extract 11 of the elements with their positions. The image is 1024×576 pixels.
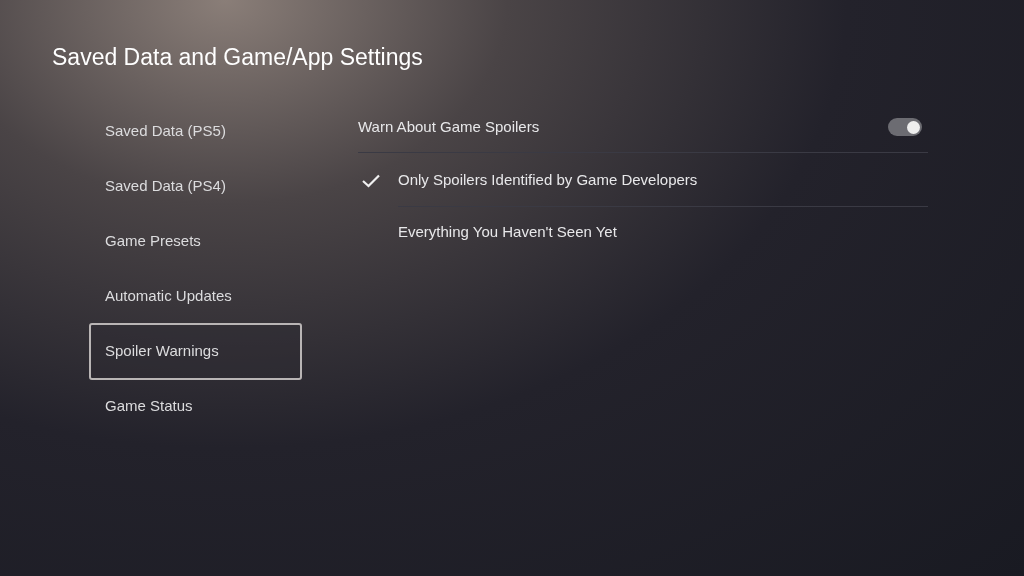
setting-label: Warn About Game Spoilers <box>358 116 541 137</box>
option-item[interactable]: Everything You Haven't Seen Yet <box>358 206 928 259</box>
sidebar-item[interactable]: Automatic Updates <box>89 267 302 325</box>
sidebar-item[interactable]: Saved Data (PS5) <box>89 102 302 160</box>
page-title: Saved Data and Game/App Settings <box>52 43 423 72</box>
option-item[interactable]: Only Spoilers Identified by Game Developers <box>358 154 928 207</box>
toggle-switch[interactable] <box>888 118 922 136</box>
sidebar-item[interactable]: Spoiler Warnings <box>89 322 302 380</box>
sidebar-item[interactable]: Saved Data (PS4) <box>89 157 302 215</box>
sidebar-item[interactable]: Game Status <box>89 377 302 435</box>
sidebar-item[interactable]: Game Presets <box>89 212 302 270</box>
